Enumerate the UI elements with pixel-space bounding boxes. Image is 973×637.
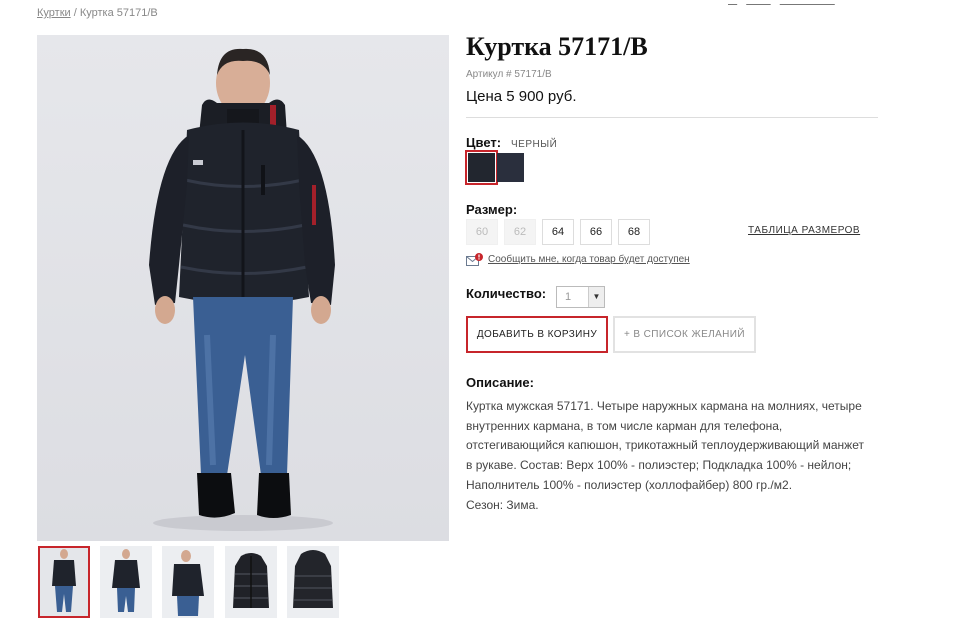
- thumbnail-jacket-front-image: [233, 553, 269, 608]
- color-swatch-navy[interactable]: [497, 153, 524, 182]
- add-to-cart-button[interactable]: ДОБАВИТЬ В КОРЗИНУ: [466, 316, 608, 353]
- thumbnail-model-side-image: [112, 549, 140, 612]
- description-line: Наполнитель 100% - полиэстер (холлофайбе…: [466, 477, 793, 492]
- thumbnail-jacket-back-image: [293, 550, 333, 608]
- mail-alert-icon: [466, 253, 483, 266]
- color-swatch-black[interactable]: [465, 150, 498, 185]
- thumbnail-model-closeup-image: [172, 550, 204, 616]
- chevron-down-icon[interactable]: ▼: [588, 287, 604, 307]
- thumbnail-5[interactable]: [287, 546, 339, 618]
- breadcrumb-separator: /: [73, 7, 77, 19]
- size-option-68[interactable]: 68: [618, 219, 650, 245]
- size-option-64[interactable]: 64: [542, 219, 574, 245]
- breadcrumb-link-jackets[interactable]: Куртки: [37, 7, 71, 19]
- description-line: Сезон: Зима.: [466, 497, 539, 512]
- breadcrumb: Куртки / Куртка 57171/B: [37, 7, 158, 19]
- description-line: внутренних кармана, в том числе карман д…: [466, 418, 783, 433]
- breadcrumb-current: Куртка 57171/B: [79, 7, 158, 19]
- thumbnail-3[interactable]: [162, 546, 214, 618]
- top-link-1[interactable]: [728, 0, 737, 6]
- size-option-66[interactable]: 66: [580, 219, 612, 245]
- description-text: Куртка мужская 57171. Четыре наружных ка…: [466, 397, 886, 515]
- jacket-model-image: [149, 48, 335, 531]
- description-line: отстегивающийся капюшон, трикотажный теп…: [466, 438, 864, 453]
- main-product-photo[interactable]: [37, 35, 449, 541]
- quantity-select[interactable]: 1 ▼: [556, 286, 605, 308]
- top-link-2[interactable]: [746, 0, 770, 6]
- color-label: Цвет:: [466, 135, 502, 150]
- description-line: Куртка мужская 57171. Четыре наружных ка…: [466, 399, 862, 413]
- product-sku: Артикул # 57171/В: [466, 69, 552, 80]
- add-to-wishlist-button[interactable]: + В СПИСОК ЖЕЛАНИЙ: [613, 316, 756, 353]
- thumbnail-1[interactable]: [38, 546, 90, 618]
- size-table-link[interactable]: ТАБЛИЦА РАЗМЕРОВ: [748, 225, 860, 236]
- divider: [466, 117, 878, 118]
- description-title: Описание:: [466, 375, 534, 390]
- top-link-3[interactable]: [780, 0, 835, 6]
- product-title: Куртка 57171/В: [466, 32, 648, 61]
- thumbnail-model-front-image: [52, 549, 76, 612]
- thumbnail-4[interactable]: [225, 546, 277, 618]
- size-option-60[interactable]: 60: [466, 219, 498, 245]
- top-links: [728, 0, 841, 6]
- notify-me-text: Сообщить мне, когда товар будет доступен: [488, 254, 690, 265]
- quantity-value: 1: [565, 291, 572, 303]
- quantity-label: Количество:: [466, 286, 547, 301]
- thumbnail-2[interactable]: [100, 546, 152, 618]
- product-price: Цена 5 900 руб.: [466, 88, 577, 105]
- size-option-62[interactable]: 62: [504, 219, 536, 245]
- size-label: Размер:: [466, 202, 518, 217]
- color-value: ЧЕРНЫЙ: [511, 139, 558, 150]
- description-line: в рукаве. Состав: Верх 100% - полиэстер;…: [466, 458, 852, 473]
